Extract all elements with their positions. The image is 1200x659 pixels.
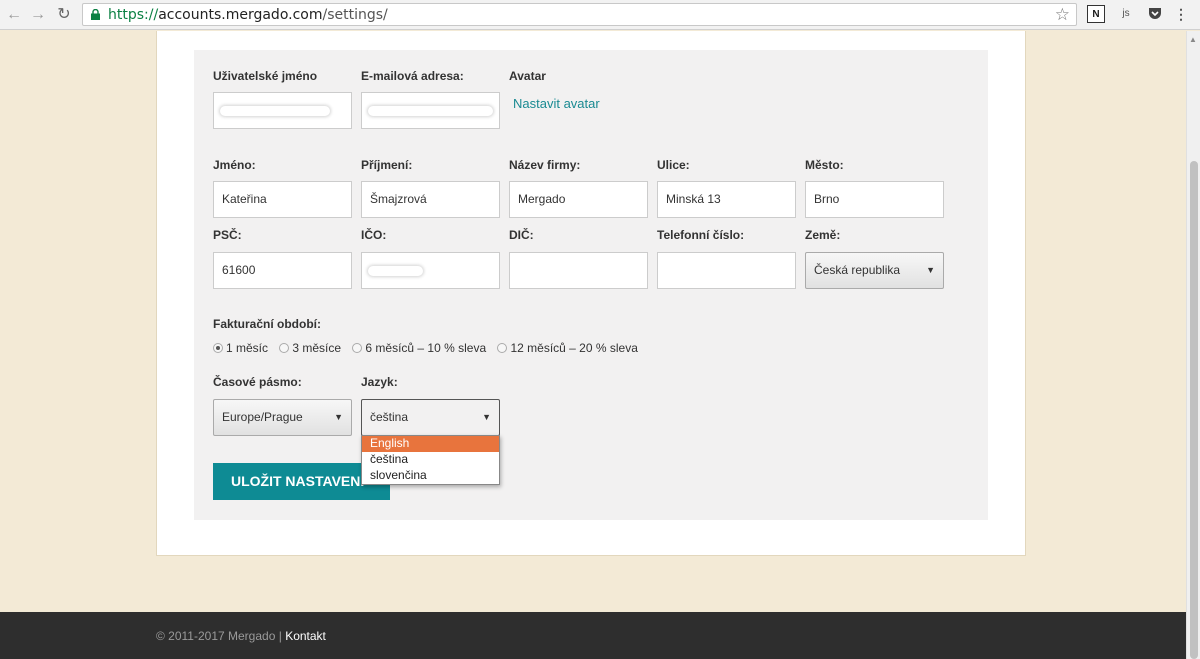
language-option-czech[interactable]: čeština [362,452,499,468]
pocket-extension-icon[interactable] [1146,5,1164,23]
page-footer: © 2011-2017 Mergado | Kontakt [0,612,1186,659]
zip-field[interactable]: 61600 [213,252,352,289]
timezone-select[interactable]: Europe/Prague ▼ [213,399,352,436]
url-text: https://accounts.mergado.com/settings/ [108,7,388,23]
city-field[interactable]: Brno [805,181,944,218]
scroll-thumb[interactable] [1190,161,1198,659]
copyright-text: © 2011-2017 Mergado [156,629,276,643]
contact-link[interactable]: Kontakt [285,629,326,643]
language-option-slovak[interactable]: slovenčina [362,468,499,484]
language-option-english[interactable]: English [362,436,499,452]
caret-down-icon: ▼ [334,412,343,422]
phone-field[interactable] [657,252,796,289]
email-field[interactable] [361,92,500,129]
billing-option-1[interactable]: 1 měsíc [213,341,268,355]
language-select[interactable]: čeština ▼ [361,399,500,436]
company-label: Název firmy: [509,158,581,172]
radio-icon[interactable] [497,343,508,353]
first-name-field[interactable]: Kateřina [213,181,352,218]
last-name-field[interactable]: Šmajzrová [361,181,500,218]
scroll-up-icon[interactable]: ▲ [1189,35,1197,44]
billing-option-3[interactable]: 3 měsíce [279,341,341,355]
billing-period-options: 1 měsíc 3 měsíce 6 měsíců – 10 % sleva 1… [213,341,646,355]
country-select-value: Česká republika [814,263,901,277]
country-label: Země: [805,228,841,242]
street-field[interactable]: Minská 13 [657,181,796,218]
bookmark-star-icon[interactable]: ☆ [1055,5,1070,25]
first-name-label: Jméno: [213,158,256,172]
language-dropdown-list: English čeština slovenčina [361,435,500,485]
phone-label: Telefonní číslo: [657,228,745,242]
footer-separator: | [278,629,282,643]
dic-label: DIČ: [509,228,534,242]
redacted-value [368,106,493,116]
set-avatar-link[interactable]: Nastavit avatar [513,96,600,111]
timezone-label: Časové pásmo: [213,375,302,389]
lock-icon [91,9,100,20]
billing-option-6[interactable]: 6 měsíců – 10 % sleva [352,341,486,355]
ico-label: IČO: [361,228,387,242]
avatar-label: Avatar [509,69,546,83]
billing-period-label: Fakturační období: [213,317,321,331]
back-icon[interactable]: ← [4,5,24,25]
language-select-value: čeština [370,410,409,424]
email-label: E-mailová adresa: [361,69,464,83]
radio-icon[interactable] [279,343,290,353]
dic-field[interactable] [509,252,648,289]
forward-icon[interactable]: → [28,5,48,25]
last-name-label: Příjmení: [361,158,413,172]
caret-down-icon: ▼ [926,265,935,275]
menu-icon[interactable]: ⋮ [1172,5,1190,23]
redacted-value [368,266,423,276]
username-label: Uživatelské jméno [213,69,318,83]
notion-extension-icon[interactable]: N [1087,5,1105,23]
redacted-value [220,106,330,116]
radio-checked-icon[interactable] [213,343,223,353]
timezone-select-value: Europe/Prague [222,410,303,424]
address-bar[interactable]: https://accounts.mergado.com/settings/ ☆ [82,3,1077,26]
ico-field[interactable] [361,252,500,289]
city-label: Město: [805,158,844,172]
js-extension-icon[interactable]: js [1117,5,1135,23]
billing-option-12[interactable]: 12 měsíců – 20 % sleva [497,341,638,355]
street-label: Ulice: [657,158,690,172]
language-label: Jazyk: [361,375,398,389]
zip-label: PSČ: [213,228,242,242]
reload-icon[interactable]: ↻ [54,5,74,25]
page-scrollbar[interactable]: ▲ [1186,31,1200,659]
caret-down-icon: ▼ [482,412,491,422]
company-field[interactable]: Mergado [509,181,648,218]
footer-text: © 2011-2017 Mergado | Kontakt [156,629,326,643]
radio-icon[interactable] [352,343,363,353]
browser-toolbar: ← → ↻ https://accounts.mergado.com/setti… [0,0,1200,30]
username-field[interactable] [213,92,352,129]
country-select[interactable]: Česká republika ▼ [805,252,944,289]
